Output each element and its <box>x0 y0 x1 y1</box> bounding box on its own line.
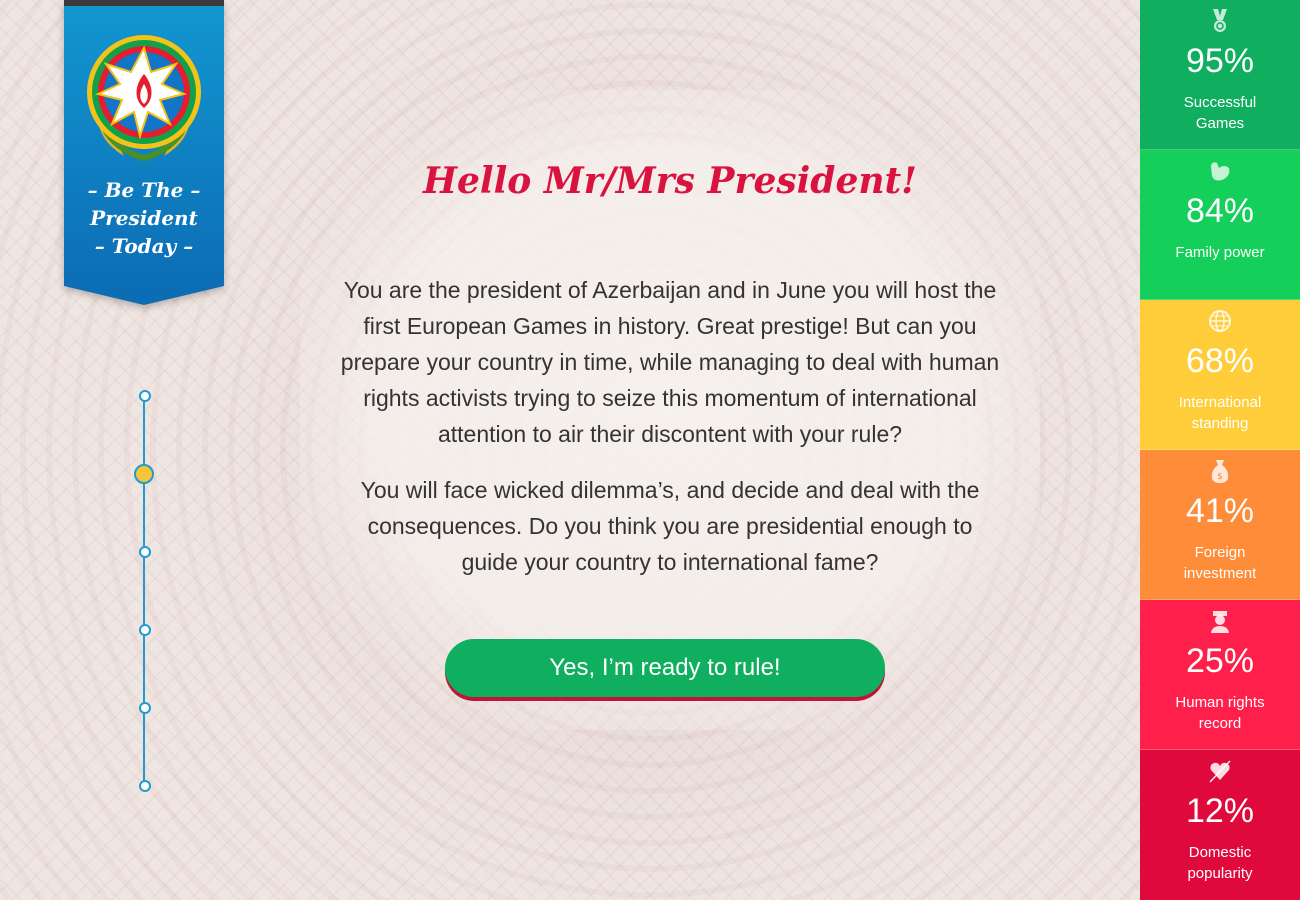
stat-label: Domestic popularity <box>1187 844 1253 882</box>
stat-value: 12% <box>1185 792 1255 830</box>
ribbon-line-1: – Be The – <box>87 178 201 202</box>
stat-value: 25% <box>1185 642 1255 680</box>
timeline-step-4 <box>139 624 151 636</box>
medal-icon <box>1213 9 1227 32</box>
stat-label: Human rights record <box>1175 694 1265 732</box>
timeline-line <box>143 395 145 785</box>
stat-label: Foreign investment <box>1183 544 1257 582</box>
stat-value: 84% <box>1185 192 1255 230</box>
stat-label: Successful Games <box>1183 94 1257 132</box>
timeline-step-2-current <box>134 464 154 484</box>
timeline-step-3 <box>139 546 151 558</box>
svg-text:$: $ <box>1217 472 1223 482</box>
stat-foreign-investment: $ 41% Foreign investment <box>1140 450 1300 600</box>
ribbon-title: – Be The – President – Today – <box>64 176 224 260</box>
intro-title: Hello Mr/Mrs President! <box>423 160 917 202</box>
game-stage: – Be The – President – Today – Hello Mr/… <box>0 0 1140 900</box>
ribbon-line-3: – Today – <box>94 234 194 258</box>
be-the-president-ribbon: – Be The – President – Today – <box>64 0 224 305</box>
timeline-step-6 <box>139 780 151 792</box>
progress-timeline <box>134 390 154 792</box>
timeline-step-1 <box>139 390 151 402</box>
stat-label: Family power <box>1175 244 1265 261</box>
stat-domestic-popularity: 12% Domestic popularity <box>1140 750 1300 900</box>
stat-value: 41% <box>1185 492 1255 530</box>
stat-label: International standing <box>1178 394 1262 432</box>
muscle-icon <box>1211 162 1230 181</box>
heart-icon <box>1209 760 1231 783</box>
stat-successful-games: 95% Successful Games <box>1140 0 1300 150</box>
ribbon-line-2: President <box>90 206 198 230</box>
intro-paragraph-2: You will face wicked dilemma’s, and deci… <box>360 477 980 575</box>
stats-sidebar: 95% Successful Games 84% Family power 68… <box>1140 0 1300 900</box>
stat-value: 68% <box>1185 342 1255 380</box>
officer-icon <box>1211 611 1229 633</box>
stat-human-rights-record: 25% Human rights record <box>1140 600 1300 750</box>
money-bag-icon: $ <box>1211 460 1229 483</box>
stat-family-power: 84% Family power <box>1140 150 1300 300</box>
intro-paragraph-1: You are the president of Azerbaijan and … <box>340 277 1000 447</box>
globe-icon <box>1209 310 1231 332</box>
timeline-step-5 <box>139 702 151 714</box>
stat-value: 95% <box>1185 42 1255 80</box>
ready-to-rule-button[interactable]: Yes, I’m ready to rule! <box>445 639 885 697</box>
stat-international-standing: 68% International standing <box>1140 300 1300 450</box>
